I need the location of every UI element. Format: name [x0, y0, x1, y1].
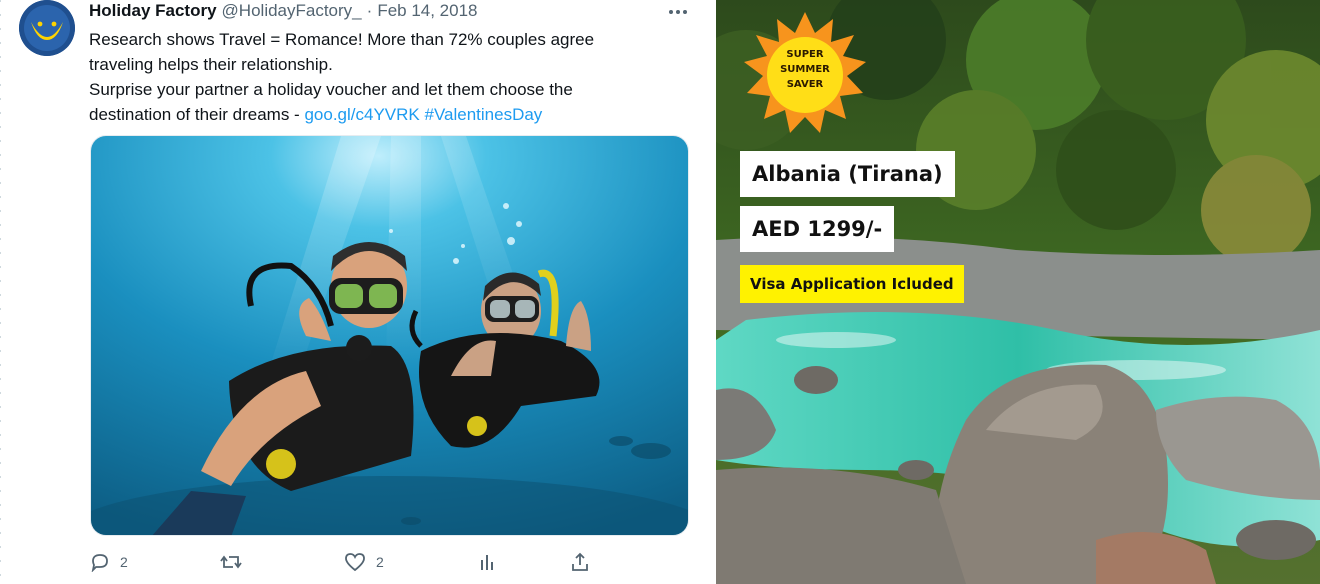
divider [0, 0, 1, 584]
tweet-text-line: destination of their dreams - goo.gl/c4Y… [89, 102, 689, 127]
more-options-icon[interactable] [665, 4, 691, 20]
share-button[interactable] [570, 548, 590, 576]
like-button[interactable]: 2 [344, 548, 384, 576]
tweet-card: Holiday Factory @HolidayFactory_ · Feb 1… [0, 0, 716, 584]
hashtag-link[interactable]: #ValentinesDay [424, 105, 542, 124]
reply-icon [91, 554, 108, 572]
analytics-button[interactable] [478, 548, 498, 576]
destination-label: Albania (Tirana) [740, 151, 955, 197]
display-name[interactable]: Holiday Factory [89, 1, 217, 21]
super-summer-saver-badge: SUPER SUMMER SAVER [774, 47, 836, 92]
tweet-actions: 2 2 [90, 548, 690, 578]
tweet-link[interactable]: goo.gl/c4YVRK [304, 105, 419, 124]
badge-line: SUPER [786, 49, 824, 60]
user-handle[interactable]: @HolidayFactory_ [222, 1, 362, 21]
tweet-text-plain: destination of their dreams - [89, 105, 300, 124]
like-count: 2 [376, 554, 384, 570]
tweet-text-line: Surprise your partner a holiday voucher … [89, 80, 573, 99]
tweet-media-image[interactable] [90, 135, 689, 536]
visa-note-label: Visa Application Icluded [740, 265, 964, 303]
price-label: AED 1299/- [740, 206, 895, 252]
reply-button[interactable]: 2 [90, 548, 128, 576]
heart-icon [345, 553, 365, 572]
separator: · [366, 1, 373, 20]
retweet-icon [220, 555, 242, 569]
retweet-button[interactable] [220, 548, 252, 576]
avatar[interactable] [19, 0, 75, 56]
promo-banner: SUPER SUMMER SAVER Albania (Tirana) AED … [716, 0, 1320, 584]
badge-line: SAVER [786, 79, 824, 90]
tweet-text-line: Research shows Travel = Romance! More th… [89, 30, 595, 49]
tweet-date[interactable]: Feb 14, 2018 [377, 1, 477, 21]
moon-logo-icon [19, 0, 75, 56]
tweet-header: Holiday Factory @HolidayFactory_ · Feb 1… [89, 1, 478, 23]
scuba-divers-photo [91, 136, 688, 535]
badge-line: SUMMER [780, 64, 830, 75]
tweet-text: Research shows Travel = Romance! More th… [89, 27, 689, 127]
share-icon [572, 552, 588, 571]
analytics-icon [481, 555, 493, 570]
tweet-text-line: traveling helps their relationship. [89, 55, 333, 74]
reply-count: 2 [120, 554, 128, 570]
